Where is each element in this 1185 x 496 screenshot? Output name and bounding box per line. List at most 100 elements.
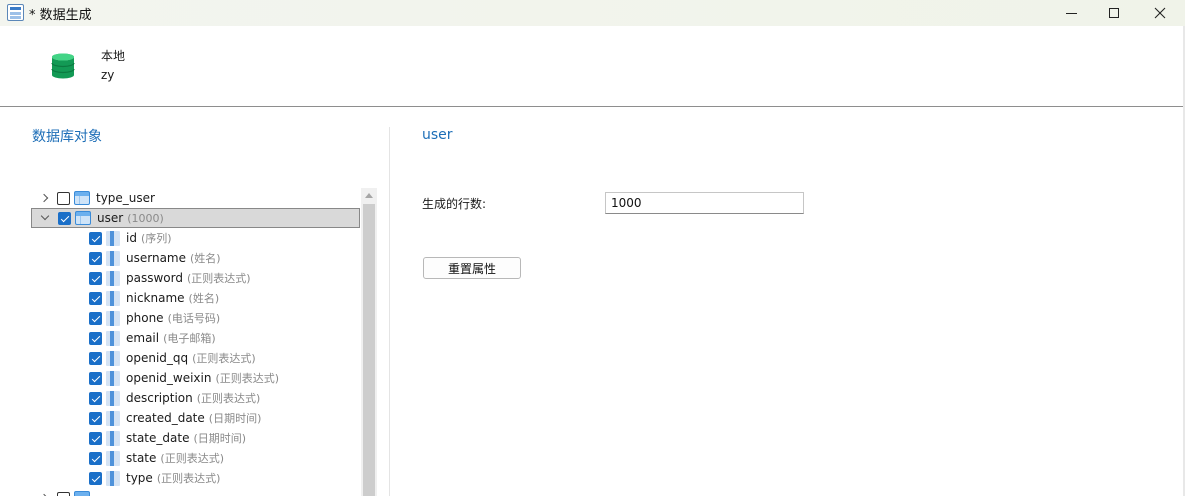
- row-count-hint: (1000): [127, 211, 164, 225]
- column-name: state: [126, 451, 157, 465]
- column-icon: [106, 250, 120, 266]
- column-name: password: [126, 271, 183, 285]
- tree-column-row[interactable]: nickname (姓名): [31, 288, 360, 308]
- column-icon: [106, 330, 120, 346]
- generator-type-hint: (正则表达式): [160, 452, 224, 465]
- connection-header: 本地 zy: [0, 26, 1185, 107]
- table-icon: [74, 191, 90, 205]
- tree-column-row[interactable]: state_date (日期时间): [31, 428, 360, 448]
- generator-type-hint: (正则表达式): [192, 352, 256, 365]
- selected-table-title: user: [422, 127, 453, 143]
- tree-column-row[interactable]: password (正则表达式): [31, 268, 360, 288]
- column-icon: [106, 230, 120, 246]
- generator-type-hint: (正则表达式): [196, 392, 261, 405]
- reset-properties-button[interactable]: 重置属性: [423, 257, 521, 279]
- scroll-thumb[interactable]: [363, 204, 375, 496]
- generator-type-hint: (正则表达式): [186, 272, 251, 285]
- checkbox[interactable]: [57, 191, 70, 205]
- object-tree[interactable]: type_user user (1000) id (序列) username (姓名) pas…: [31, 188, 360, 496]
- checkbox[interactable]: [89, 331, 102, 345]
- column-name: nickname: [126, 291, 185, 305]
- checkbox[interactable]: [57, 491, 70, 496]
- generator-type-hint: (日期时间): [193, 432, 247, 445]
- column-name: id: [126, 231, 137, 245]
- column-icon: [106, 310, 120, 326]
- tree-table-row[interactable]: user (1000): [31, 208, 360, 228]
- checkbox[interactable]: [89, 271, 102, 285]
- column-name: description: [126, 391, 193, 405]
- tree-column-row[interactable]: username (姓名): [31, 248, 360, 268]
- generator-type-hint: (姓名): [188, 292, 220, 305]
- table-icon: [75, 211, 91, 225]
- tree-column-row[interactable]: state (正则表达式): [31, 448, 360, 468]
- checkbox[interactable]: [89, 431, 102, 445]
- tree-table-row[interactable]: [31, 488, 360, 496]
- checkbox[interactable]: [89, 471, 102, 485]
- maximize-icon: [1109, 8, 1119, 18]
- generator-type-hint: (姓名): [190, 252, 221, 265]
- column-icon: [106, 410, 120, 426]
- column-name: openid_weixin: [126, 371, 212, 385]
- column-name: type: [126, 471, 153, 485]
- tree-column-row[interactable]: description (正则表达式): [31, 388, 360, 408]
- scroll-up-arrow-icon[interactable]: [365, 193, 373, 198]
- column-name: openid_qq: [126, 351, 189, 365]
- tree-column-row[interactable]: created_date (日期时间): [31, 408, 360, 428]
- column-name: state_date: [126, 431, 190, 445]
- checkbox[interactable]: [89, 451, 102, 465]
- checkbox[interactable]: [89, 351, 102, 365]
- generator-type-hint: (日期时间): [208, 412, 262, 425]
- tree-column-row[interactable]: type (正则表达式): [31, 468, 360, 488]
- close-button[interactable]: [1137, 0, 1183, 26]
- column-name: email: [126, 331, 160, 345]
- generator-type-hint: (序列): [140, 232, 172, 245]
- checkbox[interactable]: [58, 211, 71, 225]
- maximize-button[interactable]: [1091, 0, 1137, 26]
- chevron-right-icon[interactable]: [39, 193, 49, 203]
- column-icon: [106, 450, 120, 466]
- rows-count-input[interactable]: [605, 192, 804, 214]
- data-generator-icon: [7, 4, 24, 21]
- column-icon: [106, 430, 120, 446]
- column-name: created_date: [126, 411, 205, 425]
- tree-column-row[interactable]: openid_qq (正则表达式): [31, 348, 360, 368]
- tree-table-row[interactable]: type_user: [31, 188, 360, 208]
- table-name: user: [97, 211, 124, 225]
- column-icon: [106, 270, 120, 286]
- database-name: zy: [101, 68, 115, 82]
- checkbox[interactable]: [89, 391, 102, 405]
- column-icon: [106, 370, 120, 386]
- checkbox[interactable]: [89, 411, 102, 425]
- tree-column-row[interactable]: phone (电话号码): [31, 308, 360, 328]
- pane-divider: [389, 127, 390, 496]
- database-objects-title: 数据库对象: [32, 129, 102, 145]
- generator-type-hint: (电子邮箱): [163, 332, 216, 345]
- column-icon: [106, 470, 120, 486]
- column-name: phone: [126, 311, 164, 325]
- checkbox[interactable]: [89, 311, 102, 325]
- database-icon: [51, 53, 75, 79]
- column-icon: [106, 290, 120, 306]
- minimize-icon: [1065, 12, 1077, 14]
- generator-type-hint: (正则表达式): [215, 372, 280, 385]
- table-name: type_user: [96, 191, 155, 205]
- column-name: username: [126, 251, 186, 265]
- checkbox[interactable]: [89, 231, 102, 245]
- minimize-button[interactable]: [1048, 0, 1094, 26]
- tree-column-row[interactable]: openid_weixin (正则表达式): [31, 368, 360, 388]
- table-icon: [74, 491, 90, 496]
- tree-scrollbar[interactable]: [361, 188, 377, 496]
- generator-type-hint: (正则表达式): [156, 472, 221, 485]
- chevron-down-icon[interactable]: [40, 211, 50, 223]
- title-bar: * 数据生成: [0, 0, 1185, 26]
- close-icon: [1154, 7, 1166, 19]
- checkbox[interactable]: [89, 371, 102, 385]
- checkbox[interactable]: [89, 251, 102, 265]
- checkbox[interactable]: [89, 291, 102, 305]
- tree-column-row[interactable]: id (序列): [31, 228, 360, 248]
- window-title: * 数据生成: [29, 8, 92, 23]
- connection-name: 本地: [101, 49, 126, 63]
- generator-type-hint: (电话号码): [167, 312, 221, 325]
- tree-column-row[interactable]: email (电子邮箱): [31, 328, 360, 348]
- rows-count-label: 生成的行数:: [422, 197, 487, 211]
